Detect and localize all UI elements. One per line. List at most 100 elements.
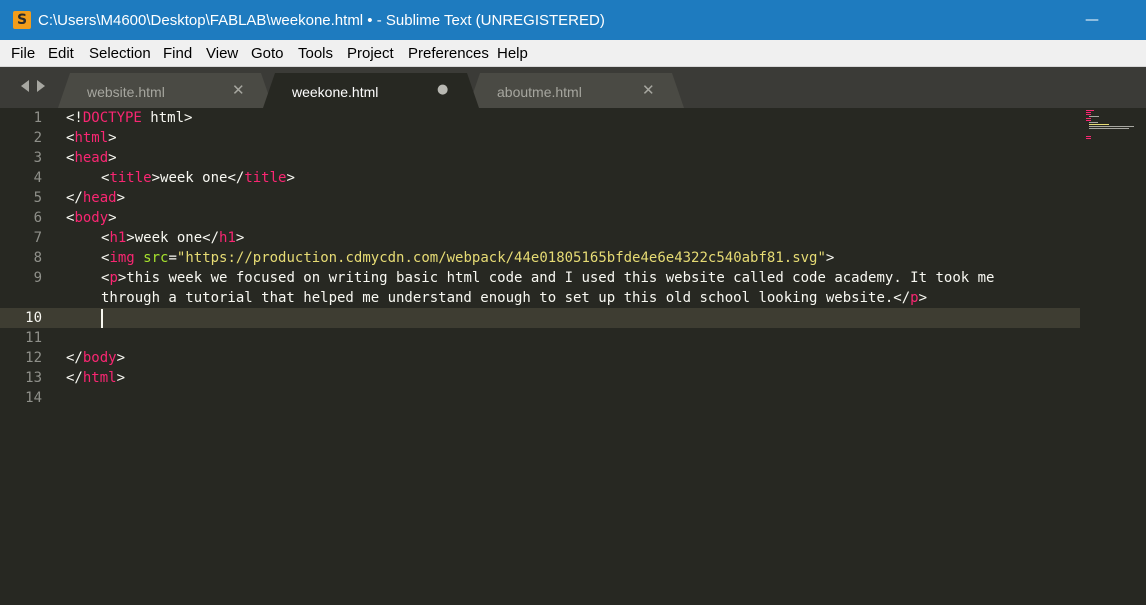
code-token: body (74, 210, 109, 226)
code-token: >week one</ (151, 170, 245, 186)
code-line: <html> (66, 128, 117, 148)
minimap-line (1086, 114, 1091, 115)
close-icon[interactable]: ✕ (642, 81, 655, 99)
line-number: 4 (33, 170, 42, 186)
line-number: 13 (25, 370, 42, 386)
code-token: >this week we focused on writing basic h… (117, 270, 995, 286)
code-token: </ (66, 350, 83, 366)
code-token: p (910, 290, 919, 306)
line-number: 5 (33, 190, 42, 206)
line-number: 6 (33, 210, 42, 226)
tab-website-html[interactable]: website.html ✕ (58, 73, 273, 108)
minimap-line (1089, 128, 1129, 129)
code-line: <p>this week we focused on writing basic… (101, 268, 994, 288)
code-token: img (109, 250, 135, 266)
code-line: <title>week one</title> (101, 168, 295, 188)
window-title: C:\Users\M4600\Desktop\FABLAB\weekone.ht… (38, 12, 605, 29)
line-number-current: 10 (25, 310, 42, 326)
menu-preferences[interactable]: Preferences (408, 45, 489, 62)
menu-view[interactable]: View (206, 45, 238, 62)
current-line-highlight (0, 308, 1080, 328)
code-token: > (235, 230, 245, 246)
minimap-line (1086, 120, 1091, 121)
code-line: </body> (66, 348, 125, 368)
code-token: html (74, 130, 109, 146)
line-number: 8 (33, 250, 42, 266)
sublime-window: S C:\Users\M4600\Desktop\FABLAB\weekone.… (0, 0, 1146, 605)
code-token: body (82, 350, 117, 366)
menu-goto[interactable]: Goto (251, 45, 284, 62)
code-token: "https://production.cdmycdn.com/webpack/… (176, 250, 826, 266)
menu-edit[interactable]: Edit (48, 45, 74, 62)
menu-project[interactable]: Project (347, 45, 394, 62)
line-number: 14 (25, 390, 42, 406)
minimap-line (1089, 122, 1098, 123)
code-token: </ (66, 370, 83, 386)
code-token: > (108, 150, 117, 166)
code-token: h1 (109, 230, 127, 246)
code-token: <! (66, 110, 83, 126)
menu-help[interactable]: Help (497, 45, 528, 62)
menu-tools[interactable]: Tools (298, 45, 333, 62)
code-line: through a tutorial that helped me unders… (101, 288, 927, 308)
line-number: 9 (33, 270, 42, 286)
menu-bar: File Edit Selection Find View Goto Tools… (0, 40, 1146, 67)
code-line: <body> (66, 208, 117, 228)
tab-aboutme-html[interactable]: aboutme.html ✕ (468, 73, 684, 108)
code-token: > (116, 190, 126, 206)
code-token: > (108, 130, 117, 146)
minimap[interactable] (1084, 108, 1146, 168)
code-token: src (143, 250, 169, 266)
tab-left-arrow-icon[interactable] (18, 78, 32, 94)
minimize-button[interactable]: — (1078, 8, 1106, 32)
minimap-line (1086, 138, 1091, 139)
text-cursor (101, 309, 103, 328)
minimap-line (1086, 118, 1091, 119)
code-line: <img src="https://production.cdmycdn.com… (101, 248, 834, 268)
tab-right-arrow-icon[interactable] (34, 78, 48, 94)
code-token: = (168, 250, 177, 266)
tab-label: weekone.html (292, 84, 379, 100)
code-token: > (286, 170, 295, 186)
tab-label: website.html (87, 84, 165, 100)
code-line: </html> (66, 368, 125, 388)
modified-dot-icon[interactable]: ● (437, 82, 448, 97)
minimap-line (1089, 116, 1099, 117)
code-token: > (918, 290, 928, 306)
code-token: head (82, 190, 117, 206)
code-token: through a tutorial that helped me unders… (101, 290, 911, 306)
minimap-line (1086, 112, 1091, 113)
menu-file[interactable]: File (11, 45, 35, 62)
sublime-text-icon: S (13, 11, 31, 29)
tab-weekone-html[interactable]: weekone.html ● (263, 73, 479, 108)
code-token: > (825, 250, 835, 266)
menu-find[interactable]: Find (163, 45, 192, 62)
minimap-line (1086, 110, 1094, 111)
editor-area[interactable]: 1 2 3 4 5 6 7 8 9 10 11 12 13 14 <!DOCTY… (0, 108, 1146, 605)
minimap-line (1086, 136, 1091, 137)
code-token: p (109, 270, 118, 286)
code-token: head (74, 150, 109, 166)
code-token: > (116, 350, 126, 366)
close-icon[interactable]: ✕ (232, 81, 245, 99)
title-bar: S C:\Users\M4600\Desktop\FABLAB\weekone.… (0, 0, 1146, 40)
code-line: <!DOCTYPE html> (66, 108, 192, 128)
menu-selection[interactable]: Selection (89, 45, 151, 62)
code-token: >week one</ (126, 230, 220, 246)
minimap-line (1089, 126, 1134, 127)
code-token: h1 (219, 230, 236, 246)
code-token: </ (66, 190, 83, 206)
line-number: 3 (33, 150, 42, 166)
minimap-line (1089, 124, 1109, 125)
code-token: html> (141, 110, 193, 126)
line-number: 12 (25, 350, 42, 366)
line-number: 1 (33, 110, 42, 126)
line-number: 7 (33, 230, 42, 246)
code-token: > (116, 370, 126, 386)
code-token: DOCTYPE (82, 110, 142, 126)
code-token: title (109, 170, 152, 186)
code-token: title (244, 170, 287, 186)
line-number: 2 (33, 130, 42, 146)
tab-label: aboutme.html (497, 84, 582, 100)
